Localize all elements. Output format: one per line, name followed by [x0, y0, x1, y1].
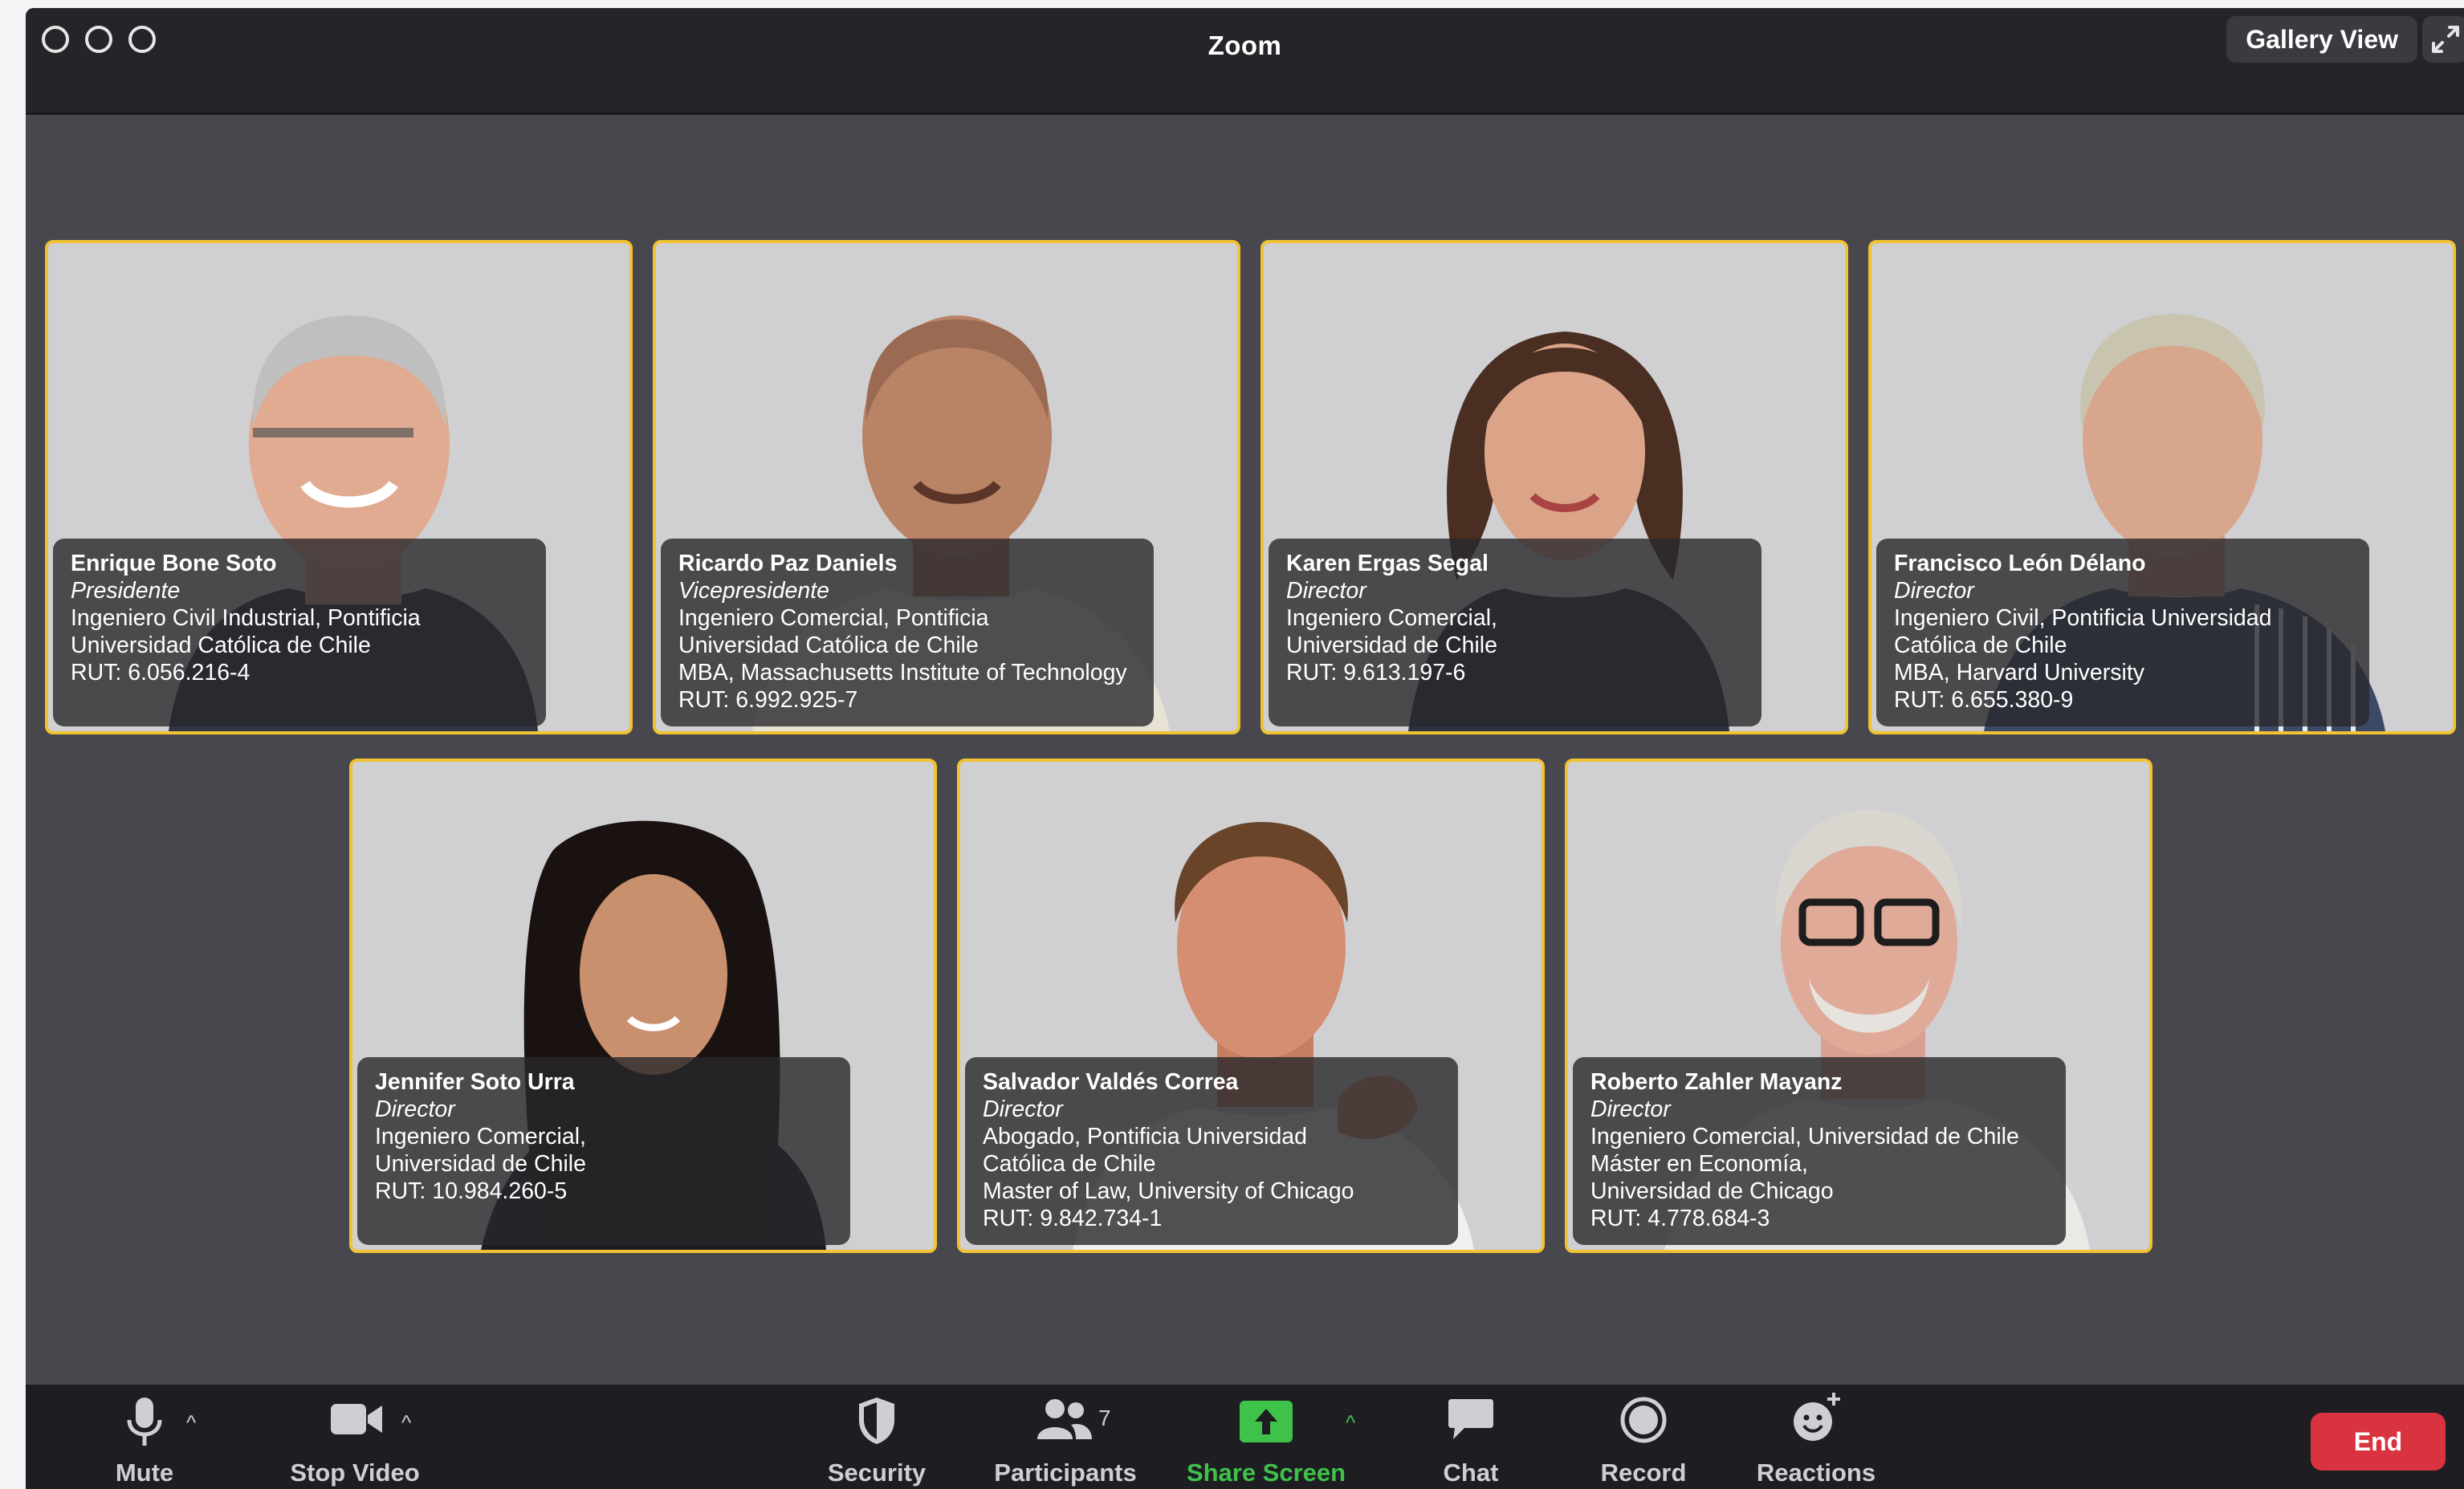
video-options-caret[interactable]: ^	[401, 1410, 411, 1435]
shield-icon	[859, 1397, 894, 1444]
participant-detail: RUT: 9.613.197-6	[1286, 660, 1466, 686]
audio-options-caret[interactable]: ^	[186, 1410, 196, 1435]
video-tile[interactable]: Ricardo Paz Daniels Vicepresidente Ingen…	[653, 240, 1240, 734]
mute-button[interactable]: Mute	[80, 1385, 209, 1489]
participant-detail: Universidad de Chicago	[1590, 1178, 1834, 1204]
participant-info-card: Francisco León Délano Director Ingeniero…	[1876, 539, 2369, 726]
reactions-button[interactable]: Reactions	[1736, 1385, 1896, 1489]
participant-info-card: Karen Ergas Segal Director Ingeniero Com…	[1269, 539, 1761, 726]
participant-detail: RUT: 6.056.216-4	[71, 660, 250, 686]
participant-info-card: Enrique Bone Soto Presidente Ingeniero C…	[53, 539, 546, 726]
participant-role: Director	[1286, 578, 1366, 604]
participant-name: Karen Ergas Segal	[1286, 551, 1489, 576]
participant-detail: Católica de Chile	[983, 1151, 1156, 1177]
stop-video-label: Stop Video	[290, 1458, 420, 1487]
record-icon	[1620, 1397, 1667, 1443]
end-meeting-button[interactable]: End	[2311, 1413, 2446, 1471]
participant-detail: Máster en Economía,	[1590, 1151, 1808, 1177]
participant-detail: Ingeniero Comercial,	[375, 1124, 586, 1149]
participant-detail: MBA, Massachusetts Institute of Technolo…	[678, 660, 1127, 686]
video-tile[interactable]: Jennifer Soto Urra Director Ingeniero Co…	[349, 759, 937, 1253]
video-tile[interactable]: Salvador Valdés Correa Director Abogado,…	[957, 759, 1545, 1253]
share-options-caret[interactable]: ^	[1346, 1410, 1355, 1435]
record-label: Record	[1600, 1458, 1687, 1487]
participant-detail: Católica de Chile	[1894, 633, 2067, 658]
participant-info-card: Roberto Zahler Mayanz Director Ingeniero…	[1573, 1057, 2066, 1245]
participant-detail: Universidad de Chile	[375, 1151, 586, 1177]
participant-name: Salvador Valdés Correa	[983, 1069, 1239, 1095]
record-button[interactable]: Record	[1571, 1385, 1716, 1489]
participant-detail: Universidad de Chile	[1286, 633, 1497, 658]
participant-detail: Ingeniero Comercial, Pontificia	[678, 605, 989, 631]
participant-role: Director	[1894, 578, 1974, 604]
video-tile[interactable]: Roberto Zahler Mayanz Director Ingeniero…	[1565, 759, 2152, 1253]
reactions-icon	[1794, 1393, 1840, 1441]
share-screen-label: Share Screen	[1186, 1458, 1346, 1487]
participant-detail: Master of Law, University of Chicago	[983, 1178, 1354, 1204]
video-camera-icon	[331, 1404, 382, 1434]
participant-info-card: Ricardo Paz Daniels Vicepresidente Ingen…	[661, 539, 1154, 726]
participants-button[interactable]: 7 Participants	[973, 1385, 1158, 1489]
participant-name: Enrique Bone Soto	[71, 551, 277, 576]
participant-detail: Universidad Católica de Chile	[71, 633, 371, 658]
chat-button[interactable]: Chat	[1407, 1385, 1535, 1489]
mute-label: Mute	[115, 1458, 174, 1487]
participant-name: Francisco León Délano	[1894, 551, 2146, 576]
participant-info-card: Salvador Valdés Correa Director Abogado,…	[965, 1057, 1458, 1245]
video-tile[interactable]: Karen Ergas Segal Director Ingeniero Com…	[1261, 240, 1848, 734]
participant-detail: RUT: 6.992.925-7	[678, 687, 858, 713]
participant-detail: RUT: 4.778.684-3	[1590, 1206, 1770, 1231]
expand-icon	[2432, 26, 2459, 53]
participant-detail: RUT: 6.655.380-9	[1894, 687, 2074, 713]
microphone-icon	[127, 1397, 162, 1446]
participant-detail: Universidad Católica de Chile	[678, 633, 979, 658]
participant-detail: MBA, Harvard University	[1894, 660, 2144, 686]
zoom-window: Zoom Gallery View Enrique Bone Soto Pres…	[26, 8, 2464, 1489]
participant-name: Ricardo Paz Daniels	[678, 551, 898, 576]
participant-name: Roberto Zahler Mayanz	[1590, 1069, 1843, 1095]
gallery-view-button[interactable]: Gallery View	[2226, 16, 2417, 63]
participant-role: Director	[375, 1096, 455, 1122]
chat-label: Chat	[1443, 1458, 1499, 1487]
participant-detail: Abogado, Pontificia Universidad	[983, 1124, 1307, 1149]
participant-role: Presidente	[71, 578, 181, 604]
reactions-label: Reactions	[1756, 1458, 1876, 1487]
fullscreen-button[interactable]	[2422, 16, 2464, 63]
participant-detail: Ingeniero Civil, Pontificia Universidad	[1894, 605, 2272, 631]
title-bar: Zoom Gallery View	[26, 8, 2464, 115]
participant-role: Director	[1590, 1096, 1671, 1122]
participant-detail: Ingeniero Comercial, Universidad de Chil…	[1590, 1124, 2019, 1149]
participant-role: Vicepresidente	[678, 578, 830, 604]
window-title: Zoom	[1208, 31, 1282, 60]
participant-role: Director	[983, 1096, 1063, 1122]
chat-icon	[1448, 1399, 1493, 1439]
participant-detail: RUT: 10.984.260-5	[375, 1178, 568, 1204]
participants-count: 7	[1098, 1406, 1111, 1430]
share-screen-button[interactable]: Share Screen	[1166, 1385, 1366, 1489]
security-label: Security	[827, 1458, 927, 1487]
security-button[interactable]: Security	[804, 1385, 949, 1489]
participant-detail: Ingeniero Comercial,	[1286, 605, 1497, 631]
stop-video-button[interactable]: Stop Video	[259, 1385, 451, 1489]
participant-detail: RUT: 9.842.734-1	[983, 1206, 1163, 1231]
video-tile[interactable]: Francisco León Délano Director Ingeniero…	[1868, 240, 2456, 734]
participant-detail: Ingeniero Civil Industrial, Pontificia	[71, 605, 421, 631]
meeting-toolbar: Mute ^ Stop Video ^ Security 7 Participa…	[26, 1385, 2464, 1489]
participants-label: Participants	[994, 1458, 1137, 1487]
video-tile[interactable]: Enrique Bone Soto Presidente Ingeniero C…	[45, 240, 633, 734]
participant-info-card: Jennifer Soto Urra Director Ingeniero Co…	[357, 1057, 850, 1245]
participant-name: Jennifer Soto Urra	[375, 1069, 575, 1095]
share-screen-icon	[1240, 1401, 1293, 1442]
participants-icon	[1037, 1399, 1092, 1439]
